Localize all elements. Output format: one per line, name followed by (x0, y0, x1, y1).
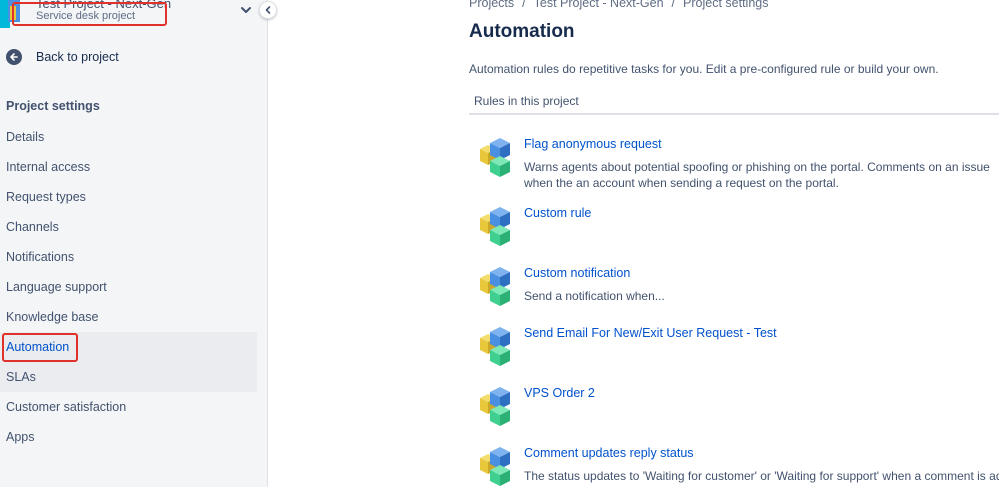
sidebar-item-internal-access[interactable]: Internal access (0, 152, 257, 182)
highlight-annotation (2, 333, 78, 362)
breadcrumb: Projects / Test Project - Next-Gen / Project… (469, 0, 769, 10)
sidebar-item-knowledge-base[interactable]: Knowledge base (0, 302, 257, 332)
rule-title[interactable]: Custom notification (524, 266, 630, 280)
page-title: Automation (469, 21, 575, 42)
automation-cubes-icon (480, 267, 510, 306)
sidebar-item-channels[interactable]: Channels (0, 212, 257, 242)
sidebar-item-slas[interactable]: SLAs (0, 362, 257, 392)
sidebar-item-request-types[interactable]: Request types (0, 182, 257, 212)
rule-title[interactable]: Comment updates reply status (524, 446, 694, 460)
rule-item[interactable]: VPS Order 2 (478, 386, 999, 426)
rule-item[interactable]: Custom rule (478, 206, 999, 246)
back-to-project-link[interactable]: Back to project (6, 46, 119, 68)
breadcrumb-project[interactable]: Test Project - Next-Gen (534, 0, 664, 10)
sidebar-item-language-support[interactable]: Language support (0, 272, 257, 302)
automation-cubes-icon (480, 207, 510, 246)
rule-description: Send a notification when... (524, 289, 665, 303)
sidebar-item-apps[interactable]: Apps (0, 422, 257, 452)
rule-title[interactable]: Send Email For New/Exit User Request - T… (524, 326, 777, 340)
breadcrumb-projects[interactable]: Projects (469, 0, 514, 10)
sidebar-item-customer-satisfaction[interactable]: Customer satisfaction (0, 392, 257, 422)
rules-header: Rules in this project (469, 88, 999, 115)
rule-item[interactable]: Custom notification Send a notification … (478, 266, 999, 306)
highlight-annotation (12, 2, 167, 26)
automation-cubes-icon (480, 447, 510, 486)
rule-title[interactable]: Flag anonymous request (524, 137, 662, 151)
automation-cubes-icon (480, 387, 510, 426)
collapse-sidebar-button[interactable] (259, 1, 277, 19)
rule-description: The status updates to 'Waiting for custo… (524, 469, 999, 483)
automation-cubes-icon (480, 138, 510, 177)
rule-item[interactable]: Comment updates reply status The status … (478, 446, 999, 486)
page-intro: Automation rules do repetitive tasks for… (469, 62, 939, 76)
back-label: Back to project (36, 50, 119, 64)
sidebar-item-details[interactable]: Details (0, 122, 257, 152)
section-title: Project settings (6, 99, 100, 113)
rule-title[interactable]: Custom rule (524, 206, 591, 220)
project-header[interactable]: Test Project - Next-Gen Service desk pro… (0, 0, 268, 30)
arrow-left-icon (6, 49, 22, 65)
breadcrumb-settings[interactable]: Project settings (683, 0, 768, 10)
chevron-left-icon (265, 6, 271, 14)
sidebar: Test Project - Next-Gen Service desk pro… (0, 0, 268, 487)
rule-title[interactable]: VPS Order 2 (524, 386, 595, 400)
rule-item[interactable]: Send Email For New/Exit User Request - T… (478, 326, 999, 366)
automation-cubes-icon (480, 327, 510, 366)
sidebar-item-notifications[interactable]: Notifications (0, 242, 257, 272)
rule-description: Warns agents about potential spoofing or… (524, 160, 990, 190)
rule-item[interactable]: Flag anonymous request Warns agents abou… (478, 137, 999, 193)
chevron-down-icon[interactable] (239, 3, 253, 17)
